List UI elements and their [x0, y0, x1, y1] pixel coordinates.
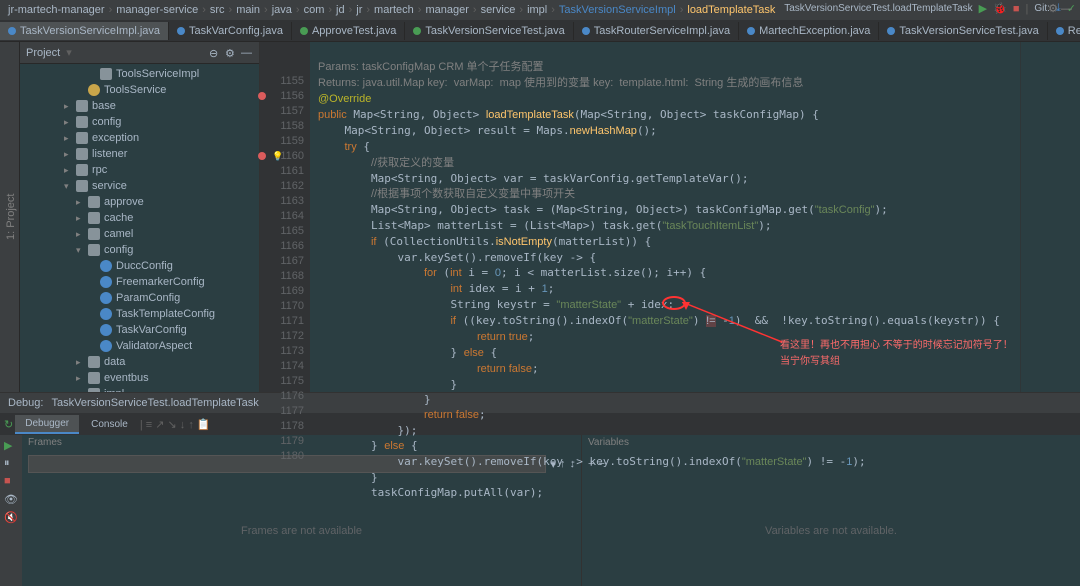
tree-item-freemarkerconfig[interactable]: FreemarkerConfig	[20, 274, 259, 290]
project-tool-tab[interactable]: 1: Project	[5, 46, 17, 388]
tab-taskvarconfig[interactable]: TaskVarConfig.java	[169, 22, 292, 40]
tree-item-config[interactable]: ▾config	[20, 242, 259, 258]
tab-taskversionservicetest2[interactable]: TaskVersionServiceTest.java	[879, 22, 1047, 40]
view-breakpoints-icon[interactable]: 👁	[4, 493, 18, 507]
tab-reflecti[interactable]: Reflecti	[1048, 22, 1080, 40]
project-title: Project	[26, 47, 60, 59]
tree-item-taskvarconfig[interactable]: TaskVarConfig	[20, 322, 259, 338]
tree-item-toolsservice[interactable]: ToolsService	[20, 82, 259, 98]
annotation-arrow	[682, 302, 792, 352]
crumb[interactable]: martech	[374, 4, 414, 16]
crumb[interactable]: main	[236, 4, 260, 16]
breadcrumb-bar: jr-martech-manager› manager-service› src…	[0, 0, 1080, 20]
tab-taskversionserviceimpl[interactable]: TaskVersionServiceImpl.java	[0, 22, 169, 40]
crumb[interactable]: src	[210, 4, 225, 16]
tree-item-impl[interactable]: ▸impl	[20, 386, 259, 392]
tree-item-cache[interactable]: ▸cache	[20, 210, 259, 226]
stop-icon[interactable]: ■	[4, 475, 18, 489]
left-tool-strip: 1: Project	[0, 42, 20, 392]
annotation-text-2: 当宁你写其组	[780, 354, 840, 369]
editor-tabs: TaskVersionServiceImpl.java TaskVarConfi…	[0, 20, 1080, 42]
debug-label: Debug:	[8, 397, 43, 409]
debug-config-name[interactable]: TaskVersionServiceTest.loadTemplateTask	[51, 397, 258, 409]
variables-title: Variables	[582, 435, 1080, 453]
tab-debugger[interactable]: Debugger	[15, 415, 79, 434]
crumb[interactable]: impl	[527, 4, 547, 16]
crumb-method[interactable]: loadTemplateTask	[687, 4, 775, 16]
project-panel: Project ▾ ⊖ ⚙ — ToolsServiceImplToolsSer…	[20, 42, 260, 392]
crumb[interactable]: jr	[356, 4, 362, 16]
resume-icon[interactable]: ▶	[4, 439, 18, 453]
crumb[interactable]: manager	[425, 4, 468, 16]
tree-item-listener[interactable]: ▸listener	[20, 146, 259, 162]
tree-item-approve[interactable]: ▸approve	[20, 194, 259, 210]
run-icon[interactable]: ▶	[979, 2, 987, 15]
tab-approvetest[interactable]: ApproveTest.java	[292, 22, 405, 40]
pause-icon[interactable]: ⏸	[4, 457, 18, 471]
mute-icon[interactable]: 🔇	[4, 511, 18, 525]
tab-taskversionservicetest[interactable]: TaskVersionServiceTest.java	[405, 22, 573, 40]
tree-item-service[interactable]: ▾service	[20, 178, 259, 194]
tab-taskrouter[interactable]: TaskRouterServiceImpl.java	[574, 22, 739, 40]
code-editor[interactable]: 1155115611571158115911601161116211631164…	[260, 42, 1080, 392]
tree-item-exception[interactable]: ▸exception	[20, 130, 259, 146]
settings-icon[interactable]: ⚙	[225, 47, 237, 59]
tree-item-validatoraspect[interactable]: ValidatorAspect	[20, 338, 259, 354]
run-config-selector[interactable]: TaskVersionServiceTest.loadTemplateTask	[784, 3, 972, 14]
debug-tabs: ↻ Debugger Console | ≡ ↗ ↘ ↓ ↑ 📋	[0, 413, 1080, 435]
gutter[interactable]: 1155115611571158115911601161116211631164…	[260, 42, 310, 392]
tree-item-config[interactable]: ▸config	[20, 114, 259, 130]
tab-martechexception[interactable]: MartechException.java	[739, 22, 879, 40]
tree-item-toolsserviceimpl[interactable]: ToolsServiceImpl	[20, 66, 259, 82]
stop-icon[interactable]: ■	[1013, 3, 1020, 15]
top-toolbar: TaskVersionServiceTest.loadTemplateTask …	[784, 2, 1076, 15]
crumb-class[interactable]: TaskVersionServiceImpl	[559, 4, 676, 16]
rerun-icon[interactable]: ↻	[4, 418, 13, 431]
debug-side-toolbar: ▶ ⏸ ■ 👁 🔇	[0, 435, 22, 586]
hide-icon[interactable]: —	[241, 47, 253, 59]
tree-item-camel[interactable]: ▸camel	[20, 226, 259, 242]
variables-empty-text: Variables are not available.	[582, 475, 1080, 586]
tab-console[interactable]: Console	[81, 416, 138, 433]
tree-item-duccconfig[interactable]: DuccConfig	[20, 258, 259, 274]
crumb[interactable]: jr-martech-manager	[8, 4, 105, 16]
code-area[interactable]: Params: taskConfigMap CRM 单个子任务配置 Return…	[310, 42, 1020, 392]
tree-item-eventbus[interactable]: ▸eventbus	[20, 370, 259, 386]
crumb[interactable]: com	[304, 4, 325, 16]
collapse-icon[interactable]: ⊖	[209, 47, 221, 59]
project-header: Project ▾ ⊖ ⚙ —	[20, 42, 259, 64]
crumb[interactable]: jd	[336, 4, 345, 16]
tree-item-base[interactable]: ▸base	[20, 98, 259, 114]
crumb[interactable]: service	[481, 4, 516, 16]
debug-icon[interactable]: 🐞	[993, 2, 1007, 15]
tree-item-tasktemplateconfig[interactable]: TaskTemplateConfig	[20, 306, 259, 322]
minimap[interactable]	[1020, 42, 1080, 392]
tree-item-rpc[interactable]: ▸rpc	[20, 162, 259, 178]
annotation-text-1: 看这里！再也不用担心 不等于的时候忘记加符号了！	[780, 338, 1013, 353]
gear-icon[interactable]: ⚙ —	[1048, 2, 1072, 15]
tree-item-paramconfig[interactable]: ParamConfig	[20, 290, 259, 306]
tree-item-data[interactable]: ▸data	[20, 354, 259, 370]
debug-header: Debug: TaskVersionServiceTest.loadTempla…	[0, 393, 1080, 413]
crumb[interactable]: java	[272, 4, 292, 16]
crumb[interactable]: manager-service	[116, 4, 198, 16]
project-tree[interactable]: ToolsServiceImplToolsService▸base▸config…	[20, 64, 259, 392]
